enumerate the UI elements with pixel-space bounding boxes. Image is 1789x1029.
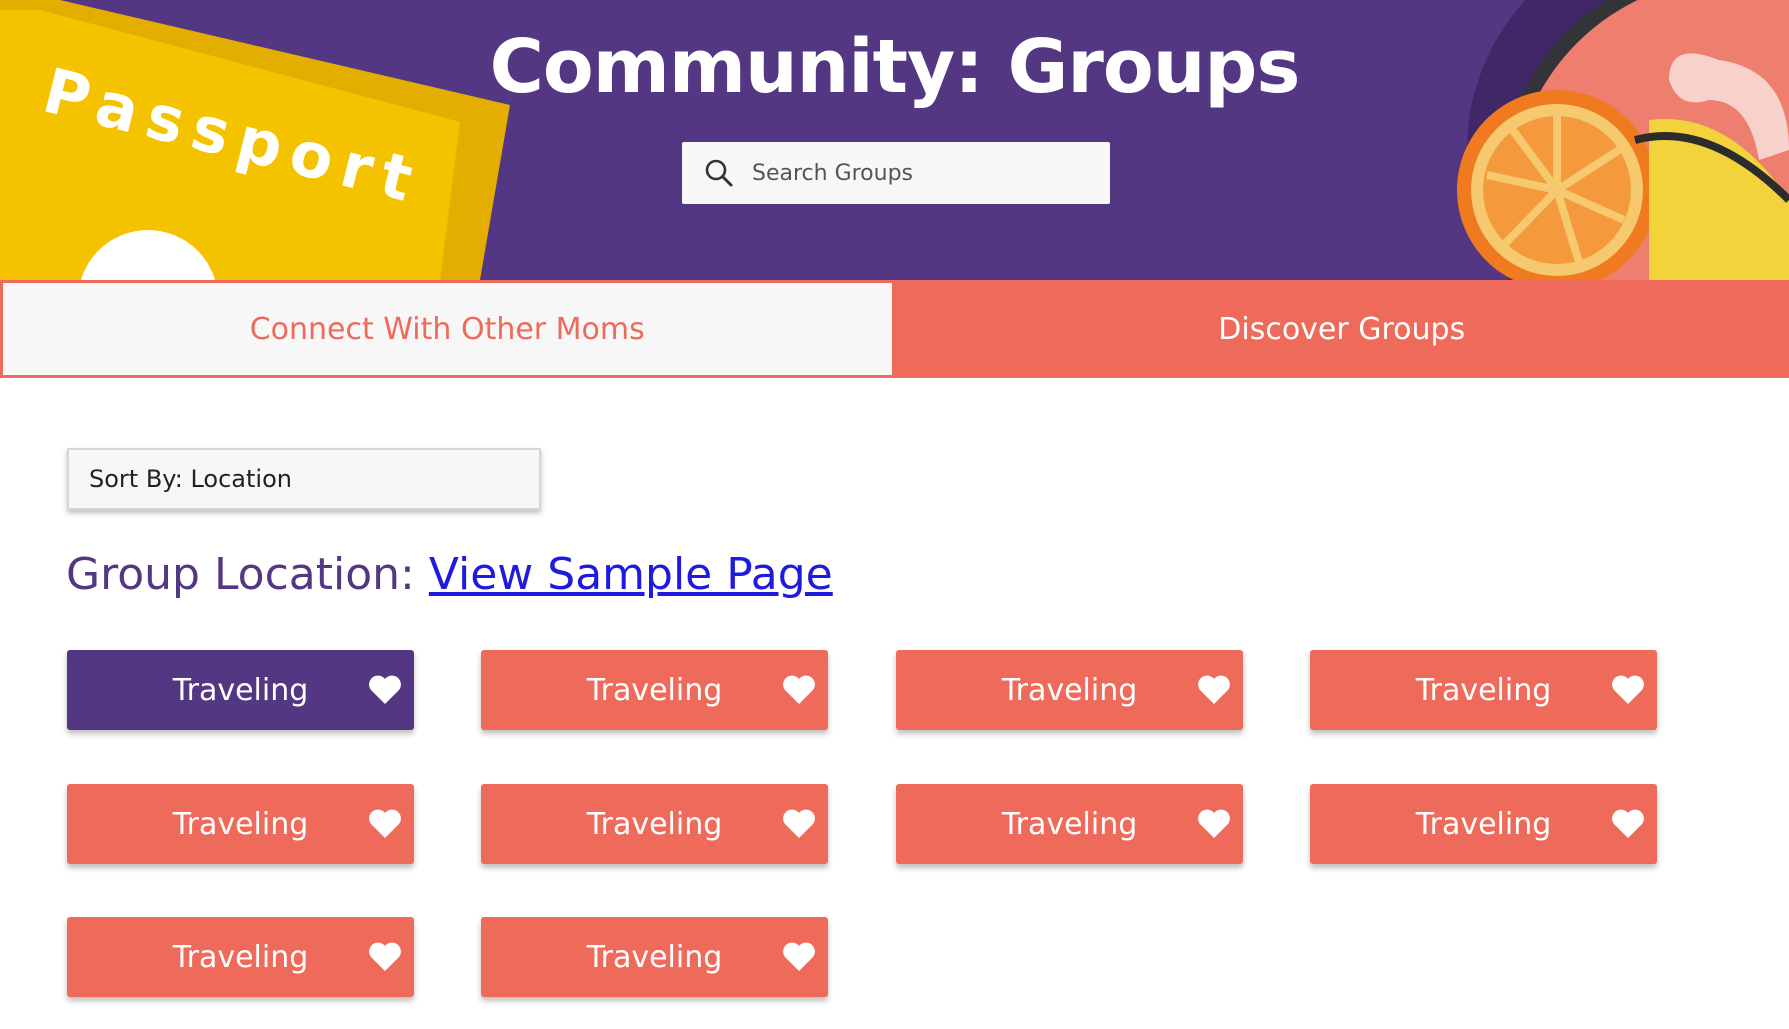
group-card[interactable]: Traveling	[481, 650, 828, 730]
group-card[interactable]: Traveling	[67, 784, 414, 864]
view-sample-page-link[interactable]: View Sample Page	[429, 549, 833, 600]
heart-icon[interactable]	[782, 941, 816, 973]
heart-icon[interactable]	[782, 808, 816, 840]
heart-icon[interactable]	[1197, 808, 1231, 840]
group-card-label: Traveling	[586, 806, 723, 842]
sort-dropdown[interactable]: Sort By: Location	[67, 448, 541, 510]
group-card[interactable]: Traveling	[481, 784, 828, 864]
group-card[interactable]: Traveling	[67, 650, 414, 730]
group-card[interactable]: Traveling	[896, 784, 1243, 864]
heart-icon[interactable]	[1611, 674, 1645, 706]
group-card-label: Traveling	[586, 672, 723, 708]
heart-icon[interactable]	[368, 808, 402, 840]
group-card[interactable]: Traveling	[896, 650, 1243, 730]
heart-icon[interactable]	[1611, 808, 1645, 840]
group-card-label: Traveling	[172, 939, 309, 975]
group-card-label: Traveling	[1001, 806, 1138, 842]
page-title: Community: Groups	[489, 24, 1301, 110]
search-icon	[704, 158, 734, 188]
group-card-label: Traveling	[172, 806, 309, 842]
group-card[interactable]: Traveling	[1310, 650, 1657, 730]
group-card-label: Traveling	[1001, 672, 1138, 708]
group-card-label: Traveling	[172, 672, 309, 708]
tab-connect-with-other-moms[interactable]: Connect With Other Moms	[0, 280, 895, 378]
group-card-label: Traveling	[586, 939, 723, 975]
search-box[interactable]	[682, 142, 1110, 204]
heart-icon[interactable]	[368, 941, 402, 973]
group-card[interactable]: Traveling	[481, 917, 828, 997]
group-card[interactable]: Traveling	[1310, 784, 1657, 864]
tab-bar: Connect With Other Moms Discover Groups	[0, 280, 1789, 378]
tab-discover-groups[interactable]: Discover Groups	[894, 280, 1789, 378]
search-input[interactable]	[750, 159, 1090, 187]
group-location-prefix: Group Location:	[66, 549, 429, 600]
page-header: Passport Community: Groups	[0, 0, 1789, 280]
heart-icon[interactable]	[782, 674, 816, 706]
heart-icon[interactable]	[368, 674, 402, 706]
group-card-label: Traveling	[1415, 672, 1552, 708]
group-location-heading: Group Location: View Sample Page	[66, 545, 833, 605]
group-card[interactable]: Traveling	[67, 917, 414, 997]
group-card-label: Traveling	[1415, 806, 1552, 842]
heart-icon[interactable]	[1197, 674, 1231, 706]
